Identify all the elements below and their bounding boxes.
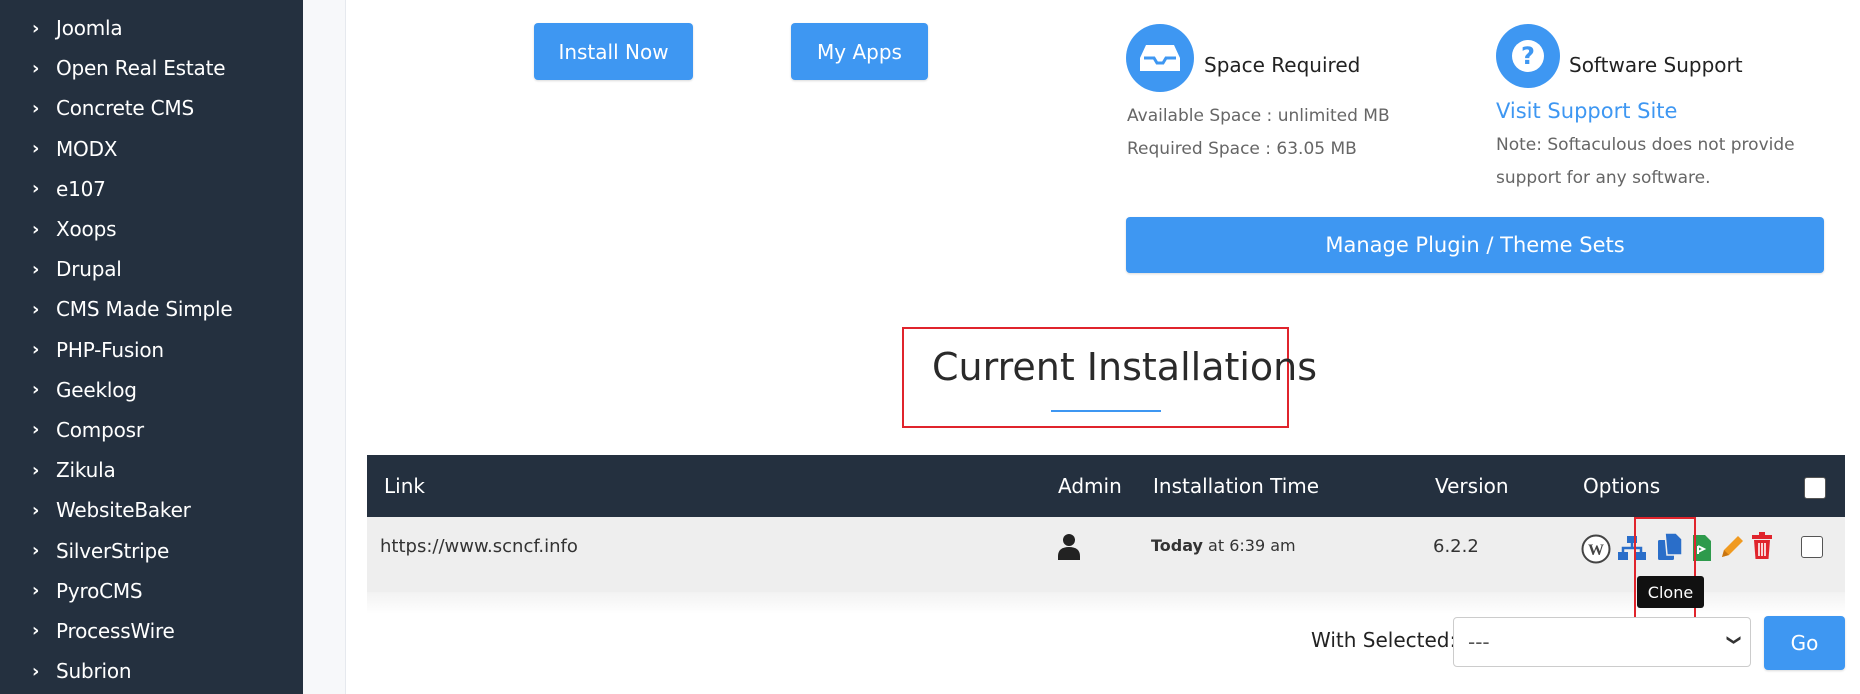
support-note-line1: Note: Softaculous does not provide: [1496, 135, 1795, 155]
support-note-line2: support for any software.: [1496, 168, 1711, 188]
sidebar-item-label: Geeklog: [56, 377, 137, 402]
chevron-right-icon: ›: [32, 97, 40, 119]
sidebar-item[interactable]: › Geeklog: [0, 370, 303, 410]
inbox-icon: [1126, 24, 1194, 92]
installation-version: 6.2.2: [1433, 536, 1479, 557]
chevron-right-icon: ›: [32, 540, 40, 562]
required-space-text: Required Space : 63.05 MB: [1127, 139, 1357, 159]
delete-trash-icon[interactable]: [1751, 532, 1773, 564]
sidebar-item[interactable]: › Concrete CMS: [0, 88, 303, 128]
section-title: Current Installations: [932, 345, 1318, 389]
my-apps-button[interactable]: My Apps: [791, 23, 928, 80]
sidebar-item-label: Open Real Estate: [56, 56, 226, 81]
with-selected-label: With Selected:: [1311, 628, 1457, 652]
space-required-title: Space Required: [1204, 53, 1361, 77]
sidebar-item-label: CMS Made Simple: [56, 297, 233, 322]
chevron-right-icon: ›: [32, 379, 40, 401]
sidebar-item[interactable]: › Open Real Estate: [0, 48, 303, 88]
go-button[interactable]: Go: [1764, 616, 1845, 670]
header-link: Link: [384, 474, 425, 498]
sidebar-item[interactable]: › Joomla: [0, 8, 303, 48]
edit-pencil-icon[interactable]: [1719, 534, 1745, 564]
sidebar-item[interactable]: › WebsiteBaker: [0, 490, 303, 530]
available-space-text: Available Space : unlimited MB: [1127, 106, 1390, 126]
sidebar-item[interactable]: › Zikula: [0, 450, 303, 490]
sidebar-item[interactable]: › Composr: [0, 410, 303, 450]
row-checkbox[interactable]: [1801, 536, 1823, 558]
header-installation-time: Installation Time: [1153, 474, 1320, 498]
sidebar-item-label: ProcessWire: [56, 618, 175, 643]
time-day: Today: [1151, 536, 1203, 555]
header-version: Version: [1435, 474, 1509, 498]
sidebar-item[interactable]: › Drupal: [0, 249, 303, 289]
sidebar-item[interactable]: › Subrion: [0, 651, 303, 691]
chevron-right-icon: ›: [32, 298, 40, 320]
installation-time: Today at 6:39 am: [1151, 536, 1296, 555]
sidebar-item-label: Zikula: [56, 458, 116, 483]
chevron-right-icon: ›: [32, 178, 40, 200]
title-underline: [1051, 410, 1161, 412]
help-icon: ?: [1496, 24, 1560, 88]
chevron-right-icon: ›: [32, 419, 40, 441]
bulk-action-select[interactable]: --- ❯: [1453, 617, 1751, 667]
sidebar-item-label: PyroCMS: [56, 578, 143, 603]
sidebar-item-label: Composr: [56, 417, 144, 442]
visit-support-link[interactable]: Visit Support Site: [1496, 99, 1677, 123]
install-now-button[interactable]: Install Now: [534, 23, 693, 80]
sidebar-item[interactable]: › PHP-Fusion: [0, 330, 303, 370]
header-options: Options: [1583, 474, 1661, 498]
chevron-right-icon: ›: [32, 17, 40, 39]
manage-plugin-theme-sets-button[interactable]: Manage Plugin / Theme Sets: [1126, 217, 1824, 273]
table-header: Link Admin Installation Time Version Opt…: [367, 455, 1845, 517]
chevron-right-icon: ›: [32, 57, 40, 79]
time-rest: at 6:39 am: [1202, 536, 1296, 555]
svg-text:?: ?: [1521, 42, 1535, 70]
header-admin: Admin: [1058, 474, 1122, 498]
bulk-action-value: ---: [1468, 630, 1490, 654]
chevron-right-icon: ›: [32, 660, 40, 682]
select-all-checkbox[interactable]: [1804, 477, 1826, 499]
chevron-right-icon: ›: [32, 138, 40, 160]
installation-link[interactable]: https://www.scncf.info: [380, 536, 578, 557]
wordpress-icon[interactable]: W: [1581, 534, 1611, 568]
chevron-right-icon: ›: [32, 580, 40, 602]
row-shadow: [367, 592, 1845, 614]
sidebar-item-label: MODX: [56, 136, 118, 161]
chevron-right-icon: ›: [32, 620, 40, 642]
admin-user-icon[interactable]: [1057, 533, 1081, 565]
sidebar-item-label: WebsiteBaker: [56, 498, 191, 523]
table-row: https://www.scncf.info Today at 6:39 am …: [367, 517, 1845, 592]
sidebar-item-label: PHP-Fusion: [56, 337, 164, 362]
sidebar-item-label: Drupal: [56, 257, 122, 282]
sidebar: › Joomla › Open Real Estate › Concrete CMS › MO…: [0, 0, 303, 694]
chevron-right-icon: ›: [32, 459, 40, 481]
chevron-down-icon: ❯: [1726, 634, 1743, 646]
sidebar-item[interactable]: › SilverStripe: [0, 530, 303, 570]
sidebar-item-label: e107: [56, 176, 106, 201]
clone-tooltip: Clone: [1637, 576, 1704, 608]
sidebar-item-label: Joomla: [56, 16, 123, 41]
sidebar-item[interactable]: › CMS Made Simple: [0, 289, 303, 329]
sidebar-item[interactable]: › PyroCMS: [0, 571, 303, 611]
sidebar-item-label: Subrion: [56, 659, 132, 684]
chevron-right-icon: ›: [32, 339, 40, 361]
sidebar-item-label: SilverStripe: [56, 538, 170, 563]
chevron-right-icon: ›: [32, 218, 40, 240]
sidebar-item[interactable]: › e107: [0, 169, 303, 209]
sidebar-item-label: Xoops: [56, 217, 117, 242]
sidebar-item[interactable]: › MODX: [0, 129, 303, 169]
sidebar-item[interactable]: › Xoops: [0, 209, 303, 249]
sidebar-item-label: Concrete CMS: [56, 96, 194, 121]
svg-text:W: W: [1588, 542, 1604, 559]
sidebar-item[interactable]: › ProcessWire: [0, 611, 303, 651]
sidebar-gutter: [303, 0, 346, 694]
chevron-right-icon: ›: [32, 499, 40, 521]
chevron-right-icon: ›: [32, 258, 40, 280]
software-support-title: Software Support: [1569, 53, 1743, 77]
